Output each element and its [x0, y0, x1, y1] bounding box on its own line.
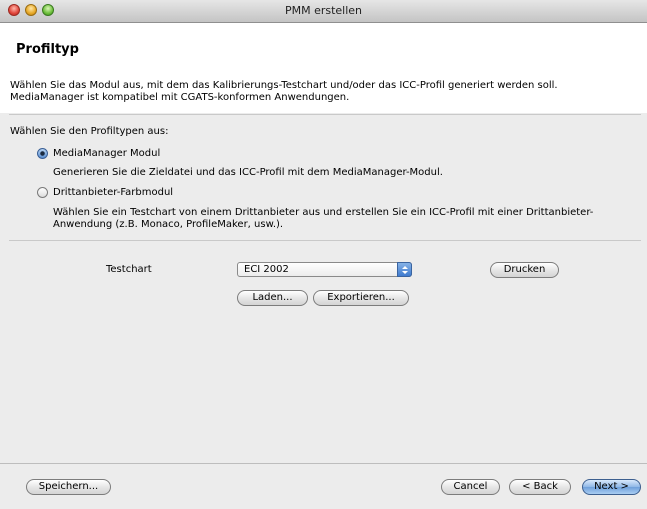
radio-label-mediamanager-modul[interactable]: MediaManager Modul: [53, 148, 160, 159]
radio-label-drittanbieter-farbmodul[interactable]: Drittanbieter-Farbmodul: [53, 187, 173, 198]
testchart-select[interactable]: ECI 2002: [237, 262, 412, 277]
page-description: Wählen Sie das Modul aus, mit dem das Ka…: [10, 80, 558, 103]
up-down-arrows-icon: [397, 262, 412, 277]
cancel-button[interactable]: Cancel: [441, 479, 500, 495]
save-button[interactable]: Speichern...: [26, 479, 111, 495]
dialog-window: PMM erstellen Profiltyp Wählen Sie das M…: [0, 0, 647, 509]
drittanbieter-description: Wählen Sie ein Testchart von einem Dritt…: [53, 207, 594, 230]
print-button[interactable]: Drucken: [490, 262, 559, 278]
mediamanager-description: Generieren Sie die Zieldatei und das ICC…: [53, 167, 443, 178]
testchart-label: Testchart: [106, 264, 152, 275]
radio-drittanbieter-farbmodul[interactable]: [37, 187, 48, 198]
testchart-select-value: ECI 2002: [244, 264, 289, 275]
window-title: PMM erstellen: [284, 4, 363, 17]
profile-type-prompt: Wählen Sie den Profiltypen aus:: [10, 126, 169, 137]
title-bar[interactable]: PMM erstellen: [0, 0, 647, 23]
load-button[interactable]: Laden...: [237, 290, 308, 306]
page-title: Profiltyp: [16, 42, 79, 57]
header-panel: Profiltyp Wählen Sie das Modul aus, mit …: [0, 23, 647, 113]
divider: [9, 240, 641, 241]
divider: [9, 114, 641, 115]
back-button[interactable]: < Back: [509, 479, 571, 495]
footer-divider: [0, 463, 647, 464]
radio-mediamanager-modul[interactable]: [37, 148, 48, 159]
export-button[interactable]: Exportieren...: [313, 290, 409, 306]
next-button[interactable]: Next >: [582, 479, 641, 495]
